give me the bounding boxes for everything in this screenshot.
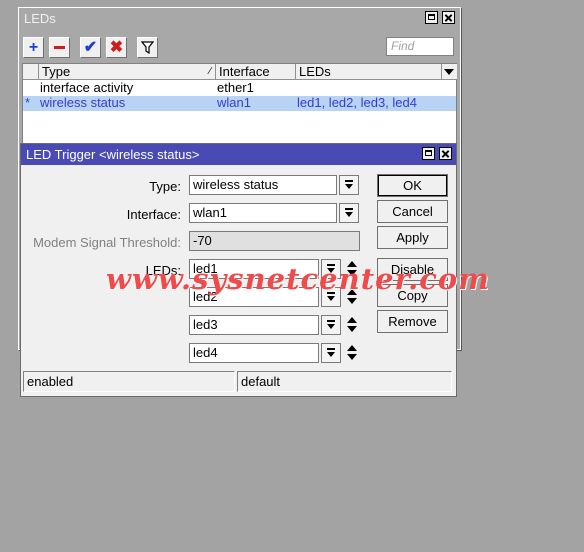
disable-button[interactable]: ✖ (106, 37, 127, 58)
find-input[interactable]: Find (386, 37, 454, 56)
add-button[interactable]: + (23, 37, 44, 58)
leds-window-title: LEDs (24, 11, 56, 26)
dialog-title: LED Trigger <wireless status> (26, 147, 200, 162)
row-type: wireless status (40, 95, 126, 110)
interface-select[interactable]: wlan1 (189, 203, 337, 223)
ok-button[interactable]: OK (377, 174, 448, 197)
sort-icon: ∕ (209, 66, 211, 77)
column-header-leds[interactable]: LEDs (296, 64, 442, 80)
row-type: interface activity (40, 80, 134, 95)
leds-titlebar: LEDs (19, 8, 460, 29)
filter-button[interactable] (137, 37, 158, 58)
table-row[interactable]: interface activity ether1 (23, 81, 456, 96)
enable-button[interactable]: ✔ (80, 37, 101, 58)
cross-icon: ✖ (109, 39, 124, 56)
row-interface: ether1 (217, 80, 254, 95)
column-header-interface[interactable]: Interface (216, 64, 296, 80)
interface-label: Interface: (126, 207, 181, 222)
remove-button[interactable] (49, 37, 70, 58)
led-2-updown-icon[interactable] (346, 287, 358, 307)
led-1-updown-icon[interactable] (346, 259, 358, 279)
led-3-updown-icon[interactable] (346, 315, 358, 335)
apply-button[interactable]: Apply (377, 226, 448, 249)
led-field-2[interactable]: led2 (189, 287, 319, 307)
leds-label: LEDs: (145, 263, 181, 278)
status-default: default (237, 371, 452, 392)
led-field-1[interactable]: led1 (189, 259, 319, 279)
column-header-type[interactable]: Type ∕ (39, 64, 216, 80)
check-icon: ✔ (83, 39, 98, 56)
maximize-icon[interactable] (425, 11, 438, 24)
dialog-titlebar: LED Trigger <wireless status> (21, 144, 456, 165)
led-4-dropdown-button[interactable] (321, 343, 341, 363)
modem-signal-threshold-field[interactable]: -70 (189, 231, 360, 251)
row-marker: * (25, 95, 31, 110)
status-enabled: enabled (23, 371, 235, 392)
led-field-3[interactable]: led3 (189, 315, 319, 335)
led-trigger-dialog: LED Trigger <wireless status> Type: wire… (20, 143, 457, 397)
copy-button[interactable]: Copy (377, 284, 448, 307)
filter-icon (140, 41, 155, 55)
close-icon[interactable] (442, 11, 455, 24)
disable-button[interactable]: Disable (377, 258, 448, 281)
led-4-updown-icon[interactable] (346, 343, 358, 363)
type-label: Type: (149, 179, 181, 194)
interface-dropdown-button[interactable] (339, 203, 359, 223)
led-2-dropdown-button[interactable] (321, 287, 341, 307)
row-interface: wlan1 (217, 95, 251, 110)
led-1-dropdown-button[interactable] (321, 259, 341, 279)
type-select[interactable]: wireless status (189, 175, 337, 195)
cancel-button[interactable]: Cancel (377, 200, 448, 223)
close-icon[interactable] (439, 147, 452, 160)
add-icon: + (28, 39, 39, 56)
table-row-selected[interactable]: * wireless status wlan1 led1, led2, led3… (23, 96, 456, 111)
led-3-dropdown-button[interactable] (321, 315, 341, 335)
column-type-label: Type (42, 64, 71, 79)
row-leds: led1, led2, led3, led4 (297, 95, 417, 110)
remove-icon (54, 46, 65, 50)
remove-button[interactable]: Remove (377, 310, 448, 333)
modem-signal-threshold-label: Modem Signal Threshold: (33, 235, 181, 250)
led-field-4[interactable]: led4 (189, 343, 319, 363)
maximize-icon[interactable] (422, 147, 435, 160)
marker-column-header (23, 64, 39, 80)
column-chooser[interactable] (442, 64, 457, 80)
chevron-down-icon (444, 69, 454, 75)
type-dropdown-button[interactable] (339, 175, 359, 195)
